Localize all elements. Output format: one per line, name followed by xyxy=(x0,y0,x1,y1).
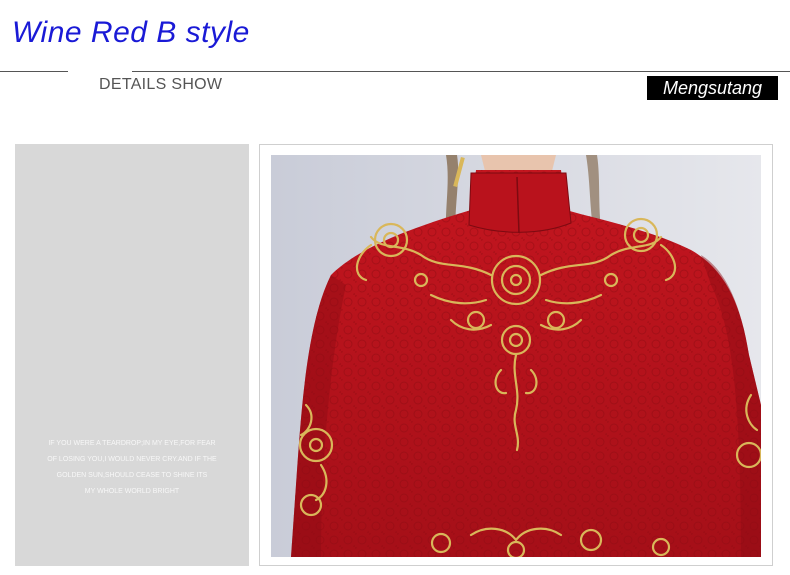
poem-line: GOLDEN SUN,SHOULD CEASE TO SHINE ITS xyxy=(56,472,208,479)
product-style-title: Wine Red B style xyxy=(12,16,250,49)
quote-panel: IF YOU WERE A TEARDROP;IN MY EYE,FOR FEA… xyxy=(15,144,249,566)
divider-left xyxy=(0,71,68,72)
poem-line: IF YOU WERE A TEARDROP;IN MY EYE,FOR FEA… xyxy=(48,440,216,447)
product-photo xyxy=(271,155,761,557)
divider-right xyxy=(132,71,790,72)
poem-line: OF LOSING YOU,I WOULD NEVER CRY.AND IF T… xyxy=(47,456,217,463)
section-label: DETAILS SHOW xyxy=(99,76,223,93)
dress-detail-image xyxy=(271,155,761,557)
poem-text: IF YOU WERE A TEARDROP;IN MY EYE,FOR FEA… xyxy=(15,436,249,500)
product-photo-frame xyxy=(259,144,773,566)
brand-badge: Mengsutang xyxy=(647,76,778,100)
poem-line: MY WHOLE WORLD BRIGHT xyxy=(84,488,180,495)
